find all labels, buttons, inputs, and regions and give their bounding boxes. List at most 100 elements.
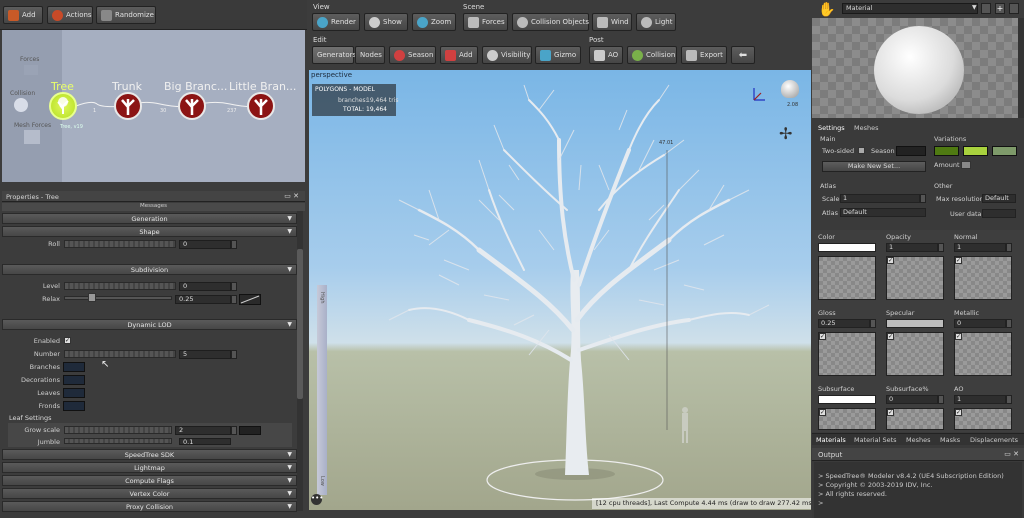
jumble-slider[interactable] [64,438,172,444]
node-trunk[interactable] [114,92,142,120]
lod-ruler[interactable] [317,285,327,495]
atlas-select[interactable]: Default [840,208,926,217]
relax-slider-handle[interactable] [88,293,96,302]
generator-graph[interactable]: Forces Collision Mesh Forces Tree Tree, … [2,30,305,182]
visibility-button[interactable]: Visibility [482,46,532,64]
channel-opacity-checkbox[interactable]: ✓ [887,257,894,264]
section-generation[interactable]: Generation ▼ [2,213,297,224]
channel-ao-texture[interactable] [954,408,1012,430]
channel-gloss-checkbox[interactable]: ✓ [819,333,826,340]
tab-meshes-bottom[interactable]: Meshes [906,436,931,444]
grow-scale-curve[interactable] [239,426,261,435]
variation-swatch-1[interactable] [934,146,959,156]
channel-opacity-texture[interactable] [886,256,944,300]
render-button[interactable]: Render [312,13,360,31]
channel-normal-checkbox[interactable]: ✓ [955,257,962,264]
properties-window-buttons[interactable]: ▭ ✕ [284,192,299,200]
channel-ao-spin[interactable] [1006,395,1012,404]
forces-button[interactable]: Forces [463,13,508,31]
channel-color-texture[interactable] [818,256,876,300]
channel-metallic-value[interactable]: 0 [954,319,1006,328]
nodes-tab-button[interactable]: Nodes [355,46,385,64]
relax-curve[interactable] [239,294,261,305]
add-generator-button[interactable]: Add [3,6,43,24]
channel-metallic-checkbox[interactable]: ✓ [955,333,962,340]
channel-subsurface-pct-value[interactable]: 0 [886,395,938,404]
gizmo-button[interactable]: Gizmo [535,46,581,64]
channel-subsurface-value[interactable] [818,395,876,404]
relax-slider[interactable] [64,296,172,300]
level-value[interactable]: 0 [179,282,231,291]
user-data-field[interactable] [982,209,1016,218]
section-subdivision[interactable]: Subdivision ▼ [2,264,297,275]
enabled-checkbox[interactable]: ✓ [64,337,71,344]
node-tree[interactable] [49,92,77,120]
tab-masks[interactable]: Masks [940,436,960,444]
jumble-value[interactable]: 0.1 [179,438,231,446]
relax-value[interactable]: 0.25 [175,295,231,304]
collision-objects-button[interactable]: Collision Objects [512,13,589,31]
zoom-button[interactable]: Zoom [412,13,456,31]
channel-color-value[interactable] [818,243,876,252]
properties-scrollbar[interactable] [297,211,303,511]
channel-gloss-texture[interactable] [818,332,876,376]
amount-slider[interactable] [961,161,971,169]
branches-curve[interactable] [63,362,85,372]
number-slider[interactable] [64,350,176,358]
roll-spin[interactable] [231,240,237,249]
generators-tab-button[interactable]: Generators [312,46,356,64]
channel-specular-checkbox[interactable]: ✓ [887,333,894,340]
delete-material-icon[interactable] [1009,3,1019,14]
channel-opacity-value[interactable]: 1 [886,243,938,252]
grow-scale-slider[interactable] [64,426,172,434]
channel-metallic-spin[interactable] [1006,319,1012,328]
channel-subsurface-pct-texture[interactable] [886,408,944,430]
max-resolution-select[interactable]: Default [982,194,1016,203]
level-spin[interactable] [231,282,237,291]
channel-normal-spin[interactable] [1006,243,1012,252]
season-color[interactable] [896,146,926,156]
tab-meshes[interactable]: Meshes [854,124,879,132]
randomize-button[interactable]: Randomize [96,6,156,24]
channel-subsurface-texture[interactable] [818,408,876,430]
scale-spin[interactable] [920,194,926,203]
tab-materials[interactable]: Materials [816,436,846,444]
hand-icon[interactable]: ✋ [818,2,835,18]
tab-displacements[interactable]: Displacements [970,436,1018,444]
wind-button[interactable]: Wind [592,13,632,31]
channel-metallic-texture[interactable] [954,332,1012,376]
number-spin[interactable] [231,350,237,359]
light-button[interactable]: Light [636,13,676,31]
node-little-branches[interactable] [247,92,275,120]
roll-slider[interactable] [64,240,176,248]
tab-material-sets[interactable]: Material Sets [854,436,897,444]
node-big-branches[interactable] [178,92,206,120]
channel-specular-value[interactable] [886,319,944,328]
export-button[interactable]: Export [681,46,727,64]
actions-button[interactable]: Actions [47,6,93,24]
more-options-icon[interactable]: ••• [311,494,323,505]
variation-swatch-3[interactable] [992,146,1017,156]
section-shape[interactable]: Shape ▼ [2,226,297,237]
channel-normal-texture[interactable] [954,256,1012,300]
channel-gloss-value[interactable]: 0.25 [818,319,870,328]
ao-button[interactable]: AO [589,46,623,64]
make-new-set-button[interactable]: Make New Set... [822,161,926,172]
material-preview[interactable] [812,18,1018,118]
channel-ao-checkbox[interactable]: ✓ [955,409,962,416]
channel-subsurface-checkbox[interactable]: ✓ [819,409,826,416]
two-sided-checkbox[interactable] [858,147,865,154]
back-button[interactable]: ⬅ [731,46,755,64]
channel-specular-texture[interactable] [886,332,944,376]
section-proxy-collision[interactable]: Proxy Collision ▼ [2,501,297,512]
relax-spin[interactable] [231,295,237,304]
viewport[interactable]: perspective POLYGONS - MODEL branches: 1… [309,70,811,510]
leaves-curve[interactable] [63,388,85,398]
output-window-buttons[interactable]: ▭ ✕ [1004,450,1019,458]
channel-subsurface-pct-spin[interactable] [938,395,944,404]
decorations-curve[interactable] [63,375,85,385]
axis-gizmo-icon[interactable] [749,84,769,104]
collision-button[interactable]: Collision [627,46,677,64]
section-compute-flags[interactable]: Compute Flags ▼ [2,475,297,486]
variation-swatch-2[interactable] [963,146,988,156]
